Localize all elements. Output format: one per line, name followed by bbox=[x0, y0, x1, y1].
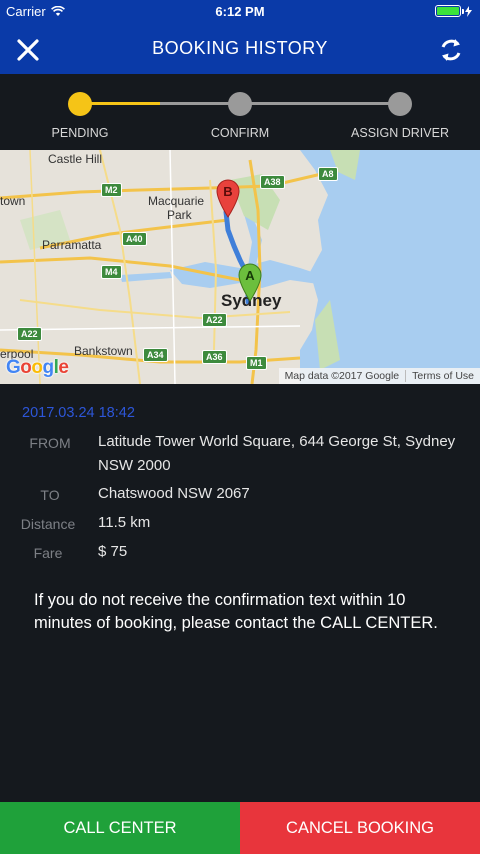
fare-value: $ 75 bbox=[98, 543, 128, 560]
clock: 6:12 PM bbox=[215, 4, 265, 19]
map-label-town: town bbox=[0, 194, 26, 208]
step-label-pending: PENDING bbox=[51, 126, 109, 140]
marker-a-letter: A bbox=[245, 268, 255, 283]
to-value: Chatswood NSW 2067 bbox=[98, 485, 250, 502]
road-shield-a36: A36 bbox=[202, 350, 227, 364]
app-header: BOOKING HISTORY bbox=[0, 24, 480, 74]
call-center-button[interactable]: CALL CENTER bbox=[0, 802, 240, 854]
map-label-castle-hill: Castle Hill bbox=[48, 152, 103, 166]
charging-icon bbox=[465, 5, 472, 17]
confirmation-notice: If you do not receive the confirmation t… bbox=[34, 591, 438, 632]
from-value: Latitude Tower World Square, 644 George … bbox=[98, 433, 456, 474]
pickup-pin-icon[interactable]: A bbox=[237, 262, 263, 302]
fare-label: Fare bbox=[33, 545, 63, 561]
map-label-parramatta: Parramatta bbox=[42, 238, 102, 252]
road-shield-m2: M2 bbox=[101, 183, 122, 197]
cancel-booking-button[interactable]: CANCEL BOOKING bbox=[240, 802, 480, 854]
distance-value: 11.5 km bbox=[98, 514, 151, 531]
battery-icon bbox=[435, 5, 472, 17]
to-label: TO bbox=[40, 487, 60, 503]
booking-progress-stepper: PENDING CONFIRM ASSIGN DRIVER bbox=[0, 74, 480, 150]
map-label-park: Park bbox=[167, 208, 192, 222]
refresh-icon[interactable] bbox=[436, 35, 466, 65]
step-dot-assign-driver bbox=[388, 92, 412, 116]
route-map[interactable]: Castle Hill town Macquarie Park Parramat… bbox=[0, 150, 480, 384]
from-label: FROM bbox=[29, 435, 71, 451]
road-shield-a8: A8 bbox=[318, 167, 338, 181]
step-dot-confirm bbox=[228, 92, 252, 116]
road-shield-a34: A34 bbox=[143, 348, 168, 362]
road-shield-a22-west: A22 bbox=[17, 327, 42, 341]
progress-track-pending-confirm bbox=[80, 102, 240, 105]
step-label-confirm: CONFIRM bbox=[210, 126, 270, 140]
road-shield-a40: A40 bbox=[122, 232, 147, 246]
status-bar: Carrier 6:12 PM bbox=[0, 0, 480, 24]
page-title: BOOKING HISTORY bbox=[152, 38, 328, 58]
road-shield-m4: M4 bbox=[101, 265, 122, 279]
road-shield-m1: M1 bbox=[246, 356, 267, 370]
destination-pin-icon[interactable]: B bbox=[215, 178, 241, 218]
booking-datetime: 2017.03.24 18:42 bbox=[22, 405, 135, 421]
terms-of-use-link[interactable]: Terms of Use bbox=[406, 370, 480, 382]
progress-track-confirm-assign bbox=[240, 102, 400, 105]
google-logo: Google bbox=[6, 357, 69, 378]
map-attribution: Map data ©2017 Google Terms of Use bbox=[278, 368, 480, 384]
step-dot-pending bbox=[68, 92, 92, 116]
distance-label: Distance bbox=[20, 516, 76, 532]
step-label-assign-driver: ASSIGN DRIVER bbox=[351, 126, 449, 140]
road-shield-a22-north: A22 bbox=[202, 313, 227, 327]
marker-b-letter: B bbox=[223, 184, 232, 199]
map-data-credit: Map data ©2017 Google bbox=[284, 370, 400, 382]
road-shield-a38: A38 bbox=[260, 175, 285, 189]
map-label-bankstown: Bankstown bbox=[74, 344, 133, 358]
map-label-macquarie: Macquarie bbox=[148, 194, 205, 208]
